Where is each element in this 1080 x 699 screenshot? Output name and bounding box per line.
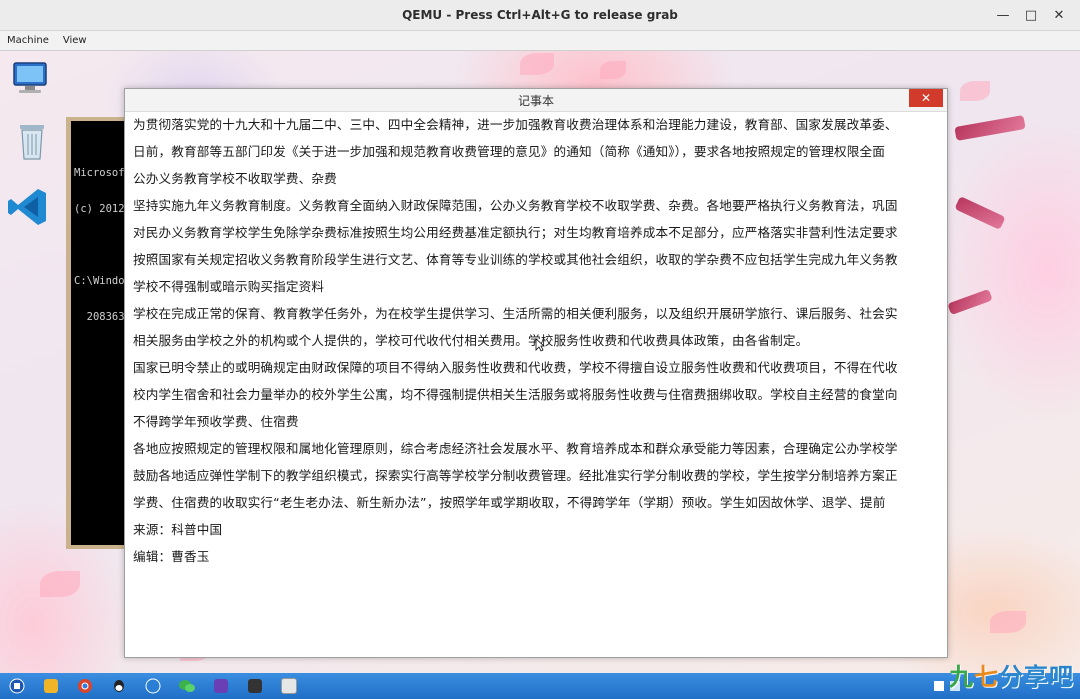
watermark-part: 分享吧 bbox=[999, 663, 1074, 691]
qemu-menubar: Machine View bbox=[0, 31, 1080, 51]
text-line: 学校在完成正常的保育、教育教学任务外，为在校学生提供学习、生活所需的相关便利服务… bbox=[133, 306, 898, 321]
maximize-button[interactable]: □ bbox=[1020, 5, 1042, 25]
terminal-icon[interactable] bbox=[238, 673, 272, 699]
text-line: 日前，教育部等五部门印发《关于进一步加强和规范教育收费管理的意见》的通知（简称《… bbox=[133, 144, 886, 159]
notepad-window[interactable]: 记事本 ✕ 为贯彻落实党的十九大和十九届二中、三中、四中全会精神，进一步加强教育… bbox=[124, 88, 948, 658]
text-line: 坚持实施九年义务教育制度。义务教育全面纳入财政保障范围，公办义务教育学校不收取学… bbox=[133, 198, 898, 213]
chrome-icon[interactable] bbox=[68, 673, 102, 699]
wallpaper-petal bbox=[520, 53, 554, 75]
watermark-part: 七 bbox=[974, 663, 999, 691]
recycle-bin-icon[interactable] bbox=[10, 119, 54, 163]
wallpaper-petal bbox=[990, 611, 1026, 633]
notepad-close-button[interactable]: ✕ bbox=[909, 89, 943, 107]
text-line: 对民办义务教育学校学生免除学杂费标准按照生均公用经费基准定额执行；对生均教育培养… bbox=[133, 225, 898, 240]
qq-icon[interactable] bbox=[102, 673, 136, 699]
text-line: 按照国家有关规定招收义务教育阶段学生进行文艺、体育等专业训练的学校或其他社会组织… bbox=[133, 252, 898, 267]
wallpaper-ribbon bbox=[947, 288, 993, 316]
notepad-titlebar[interactable]: 记事本 ✕ bbox=[125, 89, 947, 112]
vscode-icon[interactable] bbox=[6, 185, 50, 229]
qemu-titlebar: QEMU - Press Ctrl+Alt+G to release grab … bbox=[0, 0, 1080, 31]
notepad-icon[interactable] bbox=[272, 673, 306, 699]
app-icon[interactable] bbox=[136, 673, 170, 699]
text-line: 校内学生宿舍和社会力量举办的校外学生公寓，均不得强制提供相关生活服务或将服务性收… bbox=[133, 387, 898, 402]
watermark-part: 九 bbox=[949, 663, 974, 691]
text-line: 学费、住宿费的收取实行“老生老办法、新生新办法”，按照学年或学期收取，不得跨学年… bbox=[133, 495, 886, 510]
wechat-icon[interactable] bbox=[170, 673, 204, 699]
wallpaper-petal bbox=[600, 61, 626, 79]
wallpaper-petal bbox=[40, 571, 80, 597]
minimize-button[interactable]: — bbox=[992, 5, 1014, 25]
text-line: 为贯彻落实党的十九大和十九届二中、三中、四中全会精神，进一步加强教育收费治理体系… bbox=[133, 117, 898, 132]
visual-studio-icon[interactable] bbox=[204, 673, 238, 699]
taskbar bbox=[0, 673, 1080, 699]
notepad-title: 记事本 bbox=[517, 93, 554, 108]
text-line: 公办义务教育学校不收取学费、杂费 bbox=[133, 171, 337, 186]
explorer-icon[interactable] bbox=[34, 673, 68, 699]
wallpaper-ribbon bbox=[954, 196, 1006, 230]
start-icon[interactable] bbox=[0, 673, 34, 699]
window-title: QEMU - Press Ctrl+Alt+G to release grab bbox=[402, 8, 678, 22]
wallpaper-petal bbox=[960, 81, 990, 101]
wallpaper-ribbon bbox=[954, 115, 1026, 141]
text-line: 不得跨学年预收学费、住宿费 bbox=[133, 414, 299, 429]
text-line: 国家已明令禁止的或明确规定由财政保障的项目不得纳入服务性收费和代收费，学校不得擅… bbox=[133, 360, 898, 375]
menu-machine[interactable]: Machine bbox=[0, 35, 56, 46]
window-controls: — □ ✕ bbox=[992, 5, 1070, 25]
menu-view[interactable]: View bbox=[56, 35, 94, 46]
notepad-text-area[interactable]: 为贯彻落实党的十九大和十九届二中、三中、四中全会精神，进一步加强教育收费治理体系… bbox=[131, 111, 943, 653]
computer-icon[interactable] bbox=[8, 57, 52, 101]
flag-icon[interactable] bbox=[934, 681, 944, 691]
text-line: 来源：科普中国 bbox=[133, 522, 223, 537]
guest-desktop: Microsoft (c) 2012 C:\Windo 208363 记事本 ✕… bbox=[0, 51, 1080, 673]
close-button[interactable]: ✕ bbox=[1048, 5, 1070, 25]
text-line: 学校不得强制或暗示购买指定资料 bbox=[133, 279, 325, 294]
mouse-cursor-icon bbox=[535, 338, 545, 352]
text-line: 鼓励各地适应弹性学制下的教学组织模式，探索实行高等学校学分制收费管理。经批准实行… bbox=[133, 468, 898, 483]
text-line: 编辑：曹香玉 bbox=[133, 549, 210, 564]
text-line: 各地应按照规定的管理权限和属地化管理原则，综合考虑经济社会发展水平、教育培养成本… bbox=[133, 441, 898, 456]
watermark: 九七分享吧 bbox=[949, 657, 1074, 692]
